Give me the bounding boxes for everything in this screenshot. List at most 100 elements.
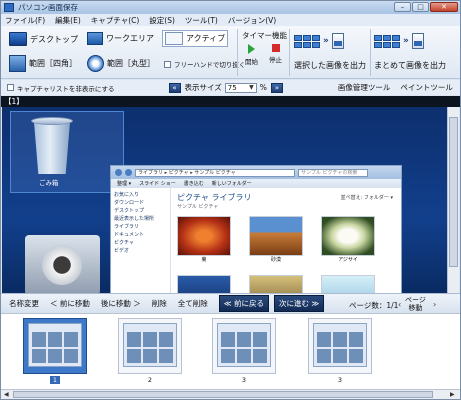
thumbnail-image	[212, 318, 276, 374]
preview-vertical-scrollbar[interactable]	[447, 107, 459, 293]
photo-item: 砂漠	[249, 216, 303, 263]
list-control-bar: 名称変更 ＜ 前に移動 後に移動 ＞ 削除 全て削除 ≪ 前に戻る 次に進む ≫…	[1, 293, 460, 313]
thumbnail-image	[23, 318, 87, 374]
timer-label: タイマー機能	[242, 31, 287, 40]
toolbar-divider	[370, 29, 371, 76]
capture-thumbnail[interactable]: 1	[23, 318, 87, 386]
menu-edit[interactable]: 編集(E)	[55, 15, 81, 26]
size-decrease-button[interactable]: «	[168, 82, 181, 93]
thumbnail-number: 3	[241, 376, 247, 384]
stop-label: 停止	[269, 56, 282, 64]
explorer-cmd-slideshow: スライド ショー	[139, 181, 176, 187]
work-area-button[interactable]: ワークエリア	[87, 32, 154, 45]
output-all-graphic[interactable]: »	[374, 33, 424, 49]
explorer-cmd-organize: 整理 ▾	[117, 181, 132, 187]
close-button[interactable]: ✕	[430, 2, 458, 12]
start-label: 開始	[245, 58, 258, 66]
timer-stop-button[interactable]: 停止	[269, 44, 282, 64]
range-rect-button[interactable]: 範囲［四角］	[9, 55, 77, 72]
thumbnail-image	[308, 318, 372, 374]
back-button[interactable]: ≪ 前に戻る	[218, 295, 270, 312]
paint-tool-button[interactable]: ペイントツール	[395, 82, 458, 93]
page-move-label[interactable]: ページ 移動	[405, 296, 426, 312]
rename-button[interactable]: 名称変更	[9, 298, 39, 309]
capture-thumbnail[interactable]: 3	[308, 318, 372, 386]
sidebar-recent: 最近表示した場所	[114, 216, 155, 222]
freehand-option[interactable]: フリーハンドで切り抜く	[164, 59, 245, 69]
list-horizontal-scrollbar[interactable]: ◀ ▶	[1, 389, 460, 399]
forward-button[interactable]: 次に進む ≫	[274, 295, 325, 312]
sidebar-documents: ドキュメント	[114, 232, 145, 238]
document-icon	[411, 33, 424, 49]
work-area-icon	[87, 32, 103, 45]
output-all-button[interactable]: まとめて画像を出力	[374, 60, 446, 71]
move-next-button[interactable]: 後に移動 ＞	[101, 298, 141, 309]
thumbnail-number: 1	[50, 376, 60, 384]
media-player-icon	[25, 235, 100, 293]
display-size-label: 表示サイズ	[184, 83, 222, 92]
capture-thumbnail[interactable]: 2	[118, 318, 182, 386]
forward-icon	[125, 169, 132, 176]
thumbnails-icon	[294, 34, 320, 48]
delete-all-button[interactable]: 全て削除	[178, 298, 208, 309]
menu-version[interactable]: バージョン(V)	[228, 15, 276, 26]
page-count: ページ数：1/1	[349, 301, 399, 310]
menu-file[interactable]: ファイル(F)	[5, 15, 45, 26]
title-bar: パソコン画面保存 – □ ✕	[1, 1, 460, 14]
explorer-command-bar: 整理 ▾ スライド ショー 書き込む 新しいフォルダー	[111, 179, 401, 188]
delete-button[interactable]: 削除	[152, 298, 167, 309]
menu-settings[interactable]: 設定(S)	[149, 15, 175, 26]
double-arrow-icon: »	[323, 36, 329, 46]
window-icon	[165, 32, 183, 45]
explorer-body: お気に入り ダウンロード デスクトップ 最近表示した場所 ライブラリ ドキュメン…	[111, 188, 401, 293]
thumbnail-image	[118, 318, 182, 374]
output-selected-button[interactable]: 選択した画像を出力	[294, 60, 366, 71]
scroll-right-icon[interactable]: ▶	[450, 391, 455, 398]
menu-capture[interactable]: キャプチャ(C)	[91, 15, 140, 26]
hide-capture-list-label: キャプチャリストを非表示にする	[17, 84, 115, 93]
chevron-down-icon: ▼	[249, 84, 254, 91]
thumbnails-icon	[374, 34, 400, 48]
hide-capture-list-checkbox[interactable]	[7, 84, 14, 91]
explorer-sidebar: お気に入り ダウンロード デスクトップ 最近表示した場所 ライブラリ ドキュメン…	[111, 188, 171, 293]
scroll-thumb[interactable]	[13, 391, 433, 398]
maximize-button[interactable]: □	[412, 2, 429, 12]
page-next-icon[interactable]: ›	[433, 300, 436, 309]
desktop-button[interactable]: デスクトップ	[9, 32, 78, 46]
active-label: アクティブ	[186, 34, 226, 43]
range-circle-button[interactable]: 範囲［丸型］	[87, 55, 155, 72]
page-prev-icon[interactable]: ‹	[398, 300, 401, 309]
menu-bar: ファイル(F) 編集(E) キャプチャ(C) 設定(S) ツール(T) バージョ…	[1, 14, 460, 26]
stop-icon	[271, 44, 280, 52]
explorer-window-screenshot: ライブラリ ▸ ピクチャ ▸ サンプル ピクチャ サンプル ピクチャの検索 整理…	[110, 165, 402, 293]
size-increase-button[interactable]: »	[270, 82, 283, 93]
explorer-address-row: ライブラリ ▸ ピクチャ ▸ サンプル ピクチャ サンプル ピクチャの検索	[111, 166, 401, 179]
freehand-checkbox[interactable]	[164, 60, 171, 68]
minimize-button[interactable]: –	[394, 2, 411, 12]
sidebar-favorites: お気に入り	[114, 192, 140, 198]
output-selected-graphic[interactable]: »	[294, 33, 344, 49]
photo-item: 菊	[177, 216, 231, 263]
menu-tools[interactable]: ツール(T)	[185, 15, 218, 26]
recycle-bin-label: ごみ箱	[39, 179, 59, 187]
toolbar-divider	[237, 29, 238, 76]
image-tools-button[interactable]: 画像管理ツール	[333, 82, 396, 93]
document-icon	[331, 33, 344, 49]
desktop-label: デスクトップ	[30, 34, 78, 44]
sidebar-downloads: ダウンロード	[114, 200, 145, 206]
display-size-select[interactable]: 75 ▼	[224, 82, 257, 93]
thumbnail-number: 3	[337, 376, 343, 384]
range-circle-label: 範囲［丸型］	[107, 59, 155, 68]
capture-toolbar: デスクトップ ワークエリア アクティブ 範囲［四角］ 範囲［丸型］ フリーハンド…	[1, 26, 460, 79]
thumbnail-number: 2	[147, 376, 153, 384]
explorer-main: ピクチャ ライブラリ サンプル ピクチャ 並べ替え: フォルダー ▾ 菊 砂漠 …	[171, 188, 401, 293]
photo-item: アジサイ	[321, 216, 375, 263]
range-rect-label: 範囲［四角］	[29, 59, 77, 68]
capture-thumbnail[interactable]: 3	[212, 318, 276, 386]
rect-select-icon	[9, 55, 26, 72]
scroll-left-icon[interactable]: ◀	[4, 391, 9, 398]
move-prev-button[interactable]: ＜ 前に移動	[50, 298, 90, 309]
active-window-button[interactable]: アクティブ	[162, 30, 229, 47]
circle-select-icon	[87, 55, 104, 72]
timer-start-button[interactable]: 開始	[245, 44, 258, 66]
